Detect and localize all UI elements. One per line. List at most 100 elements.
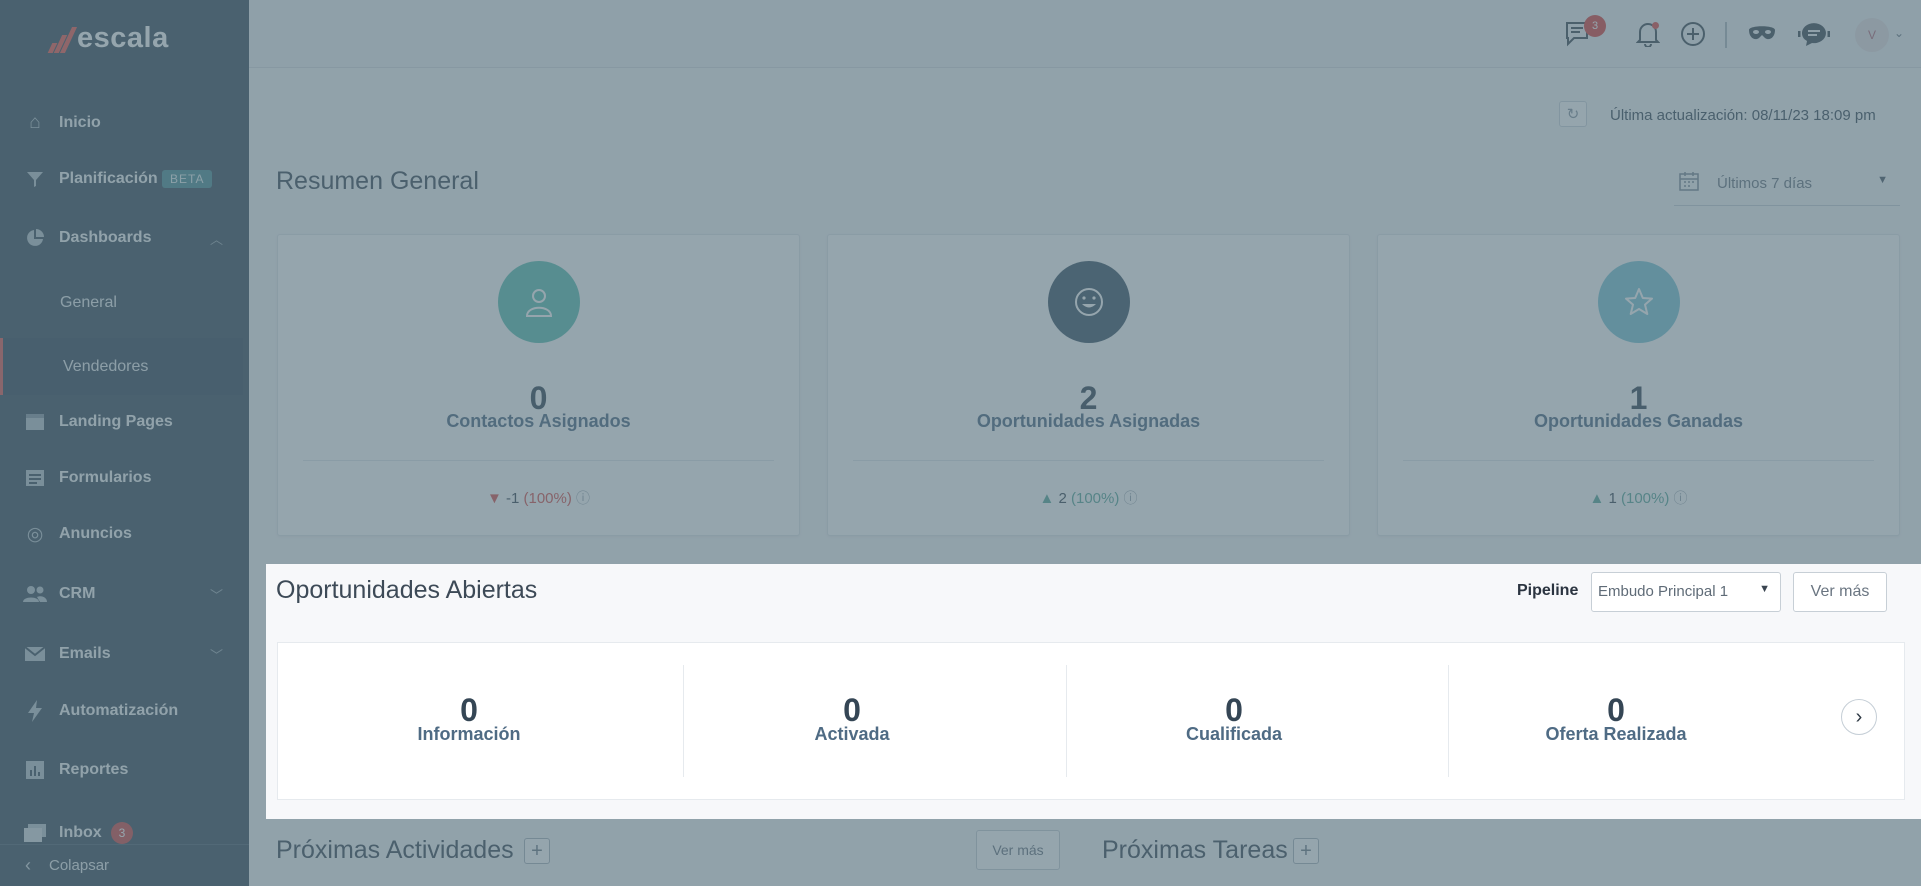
add-circle-icon[interactable] <box>1677 18 1709 50</box>
refresh-button[interactable]: ↻ <box>1559 101 1587 127</box>
add-task-button[interactable]: + <box>1293 838 1319 864</box>
pipeline-select[interactable]: Embudo Principal 1 ▼ <box>1591 572 1781 612</box>
summary-title: Resumen General <box>276 167 479 195</box>
trend-down-icon: ▼ <box>486 490 502 507</box>
user-avatar[interactable]: V <box>1855 18 1889 52</box>
home-icon: ⌂ <box>29 112 41 133</box>
stage-informacion[interactable]: 0 Información <box>278 665 660 777</box>
stat-label: Oportunidades Asignadas <box>976 411 1201 431</box>
chevron-up-icon: ︿ <box>209 231 223 247</box>
target-icon: ◎ <box>26 523 44 545</box>
sidebar-subitem-general[interactable]: General <box>0 274 243 331</box>
date-range-value: Últimos 7 días <box>1717 175 1813 192</box>
stage-cualificada[interactable]: 0 Cualificada <box>1043 665 1425 777</box>
brand-logo[interactable]: escala <box>47 22 169 55</box>
delta-percent: (100%) <box>1621 490 1670 507</box>
open-opportunities-title: Oportunidades Abiertas <box>276 576 538 604</box>
plus-icon: + <box>1300 839 1312 862</box>
sidebar-item-dashboards[interactable]: Dashboards ︿ <box>0 214 249 262</box>
open-opportunities-panel: Oportunidades Abiertas Pipeline Embudo P… <box>266 564 1921 819</box>
sidebar-item-label: Landing Pages <box>59 413 173 430</box>
refresh-icon: ↻ <box>1566 106 1580 123</box>
sidebar-item-formularios[interactable]: Formularios <box>0 454 249 502</box>
sidebar-item-label: Anuncios <box>59 525 132 542</box>
chevron-left-icon: ‹ <box>25 855 31 875</box>
mask-icon[interactable] <box>1746 18 1778 50</box>
divider <box>303 460 774 461</box>
next-stages-button[interactable]: › <box>1841 699 1877 735</box>
beta-badge: BETA <box>162 170 213 188</box>
stage-oferta-realizada[interactable]: 0 Oferta Realizada <box>1425 665 1807 777</box>
sidebar-subitem-label: Vendedores <box>63 357 149 375</box>
trend-up-icon: ▲ <box>1039 490 1055 507</box>
ver-mas-button[interactable]: Ver más <box>1793 572 1887 612</box>
browser-window-icon <box>23 410 47 434</box>
stat-card-oportunidades-ganadas: 1 Oportunidades Ganadas ▲ 1 (100%) ⓘ <box>1377 234 1900 536</box>
bell-icon[interactable] <box>1632 18 1664 50</box>
add-activity-button[interactable]: + <box>524 838 550 864</box>
pipeline-stages: 0 Información 0 Activada 0 Cualificada 0… <box>277 642 1905 800</box>
info-icon[interactable]: ⓘ <box>1674 490 1688 506</box>
info-icon[interactable]: ⓘ <box>576 490 590 506</box>
report-icon <box>23 758 47 782</box>
pie-chart-icon <box>23 226 47 250</box>
smiley-icon <box>1048 261 1130 343</box>
chevron-down-icon: ﹀ <box>209 647 223 663</box>
last-update-text: Última actualización: 08/11/23 18:09 pm <box>1610 107 1876 124</box>
sidebar-item-reportes[interactable]: Reportes <box>0 746 249 794</box>
stat-card-oportunidades-asignadas: 2 Oportunidades Asignadas ▲ 2 (100%) ⓘ <box>827 234 1350 536</box>
sidebar-subitem-vendedores[interactable]: Vendedores <box>0 338 243 395</box>
notification-dot <box>1652 22 1659 29</box>
sidebar-item-crm[interactable]: CRM ﹀ <box>0 570 249 618</box>
sidebar-item-label: Dashboards <box>59 229 152 246</box>
stat-delta: ▲ 2 (100%) ⓘ <box>828 488 1349 508</box>
pipeline-value: Embudo Principal 1 <box>1598 583 1729 600</box>
date-range-select[interactable]: Últimos 7 días ▼ <box>1674 166 1900 206</box>
info-icon[interactable]: ⓘ <box>1124 490 1138 506</box>
delta-value: -1 <box>505 490 520 507</box>
tasks-title: Próximas Tareas <box>1102 836 1288 864</box>
form-icon <box>23 466 47 490</box>
star-icon <box>1598 261 1680 343</box>
delta-percent: (100%) <box>523 490 572 507</box>
delta-value: 1 <box>1608 490 1617 507</box>
inbox-count-badge: 3 <box>111 822 133 844</box>
sidebar: escala ⌂ Inicio Planificación BETA Dashb… <box>0 0 249 886</box>
stat-label: Contactos Asignados <box>446 411 631 431</box>
stat-label: Oportunidades Ganadas <box>1533 411 1744 431</box>
sidebar-item-planificacion[interactable]: Planificación BETA <box>0 155 249 203</box>
chevron-down-icon[interactable]: ⌄ <box>1894 26 1904 40</box>
users-icon <box>23 582 47 606</box>
sidebar-item-label: Automatización <box>59 702 179 719</box>
sidebar-item-label: Formularios <box>59 469 152 486</box>
filter-icon <box>23 167 47 191</box>
sidebar-item-label: Emails <box>59 645 111 662</box>
activities-title: Próximas Actividades <box>276 836 514 864</box>
support-chat-icon[interactable] <box>1798 18 1830 50</box>
trend-up-icon: ▲ <box>1589 490 1605 507</box>
envelope-icon <box>23 642 47 666</box>
activities-ver-mas-button[interactable]: Ver más <box>976 830 1060 870</box>
caret-down-icon: ▼ <box>1759 583 1770 595</box>
inbox-icon <box>23 821 47 845</box>
person-icon <box>498 261 580 343</box>
sidebar-item-label: Reportes <box>59 761 129 778</box>
collapse-sidebar-button[interactable]: ‹ Colapsar <box>0 844 249 886</box>
divider <box>853 460 1324 461</box>
sidebar-item-landing-pages[interactable]: Landing Pages <box>0 398 249 446</box>
sidebar-item-emails[interactable]: Emails ﹀ <box>0 630 249 678</box>
stage-label: Cualificada <box>1185 724 1283 744</box>
topbar-separator <box>1725 22 1727 48</box>
sidebar-item-anuncios[interactable]: ◎ Anuncios <box>0 510 249 558</box>
stage-activada[interactable]: 0 Activada <box>661 665 1043 777</box>
delta-percent: (100%) <box>1071 490 1120 507</box>
stage-label: Información <box>417 724 521 744</box>
pipeline-label: Pipeline <box>1517 582 1579 599</box>
lightning-icon <box>23 699 47 723</box>
stat-card-contactos: 0 Contactos Asignados ▼ -1 (100%) ⓘ <box>277 234 800 536</box>
chevron-down-icon: ﹀ <box>209 587 223 603</box>
sidebar-item-label: Inbox <box>59 824 102 841</box>
sidebar-item-automatizacion[interactable]: Automatización <box>0 687 249 735</box>
sidebar-item-inicio[interactable]: ⌂ Inicio <box>0 99 249 147</box>
stat-delta: ▲ 1 (100%) ⓘ <box>1378 488 1899 508</box>
